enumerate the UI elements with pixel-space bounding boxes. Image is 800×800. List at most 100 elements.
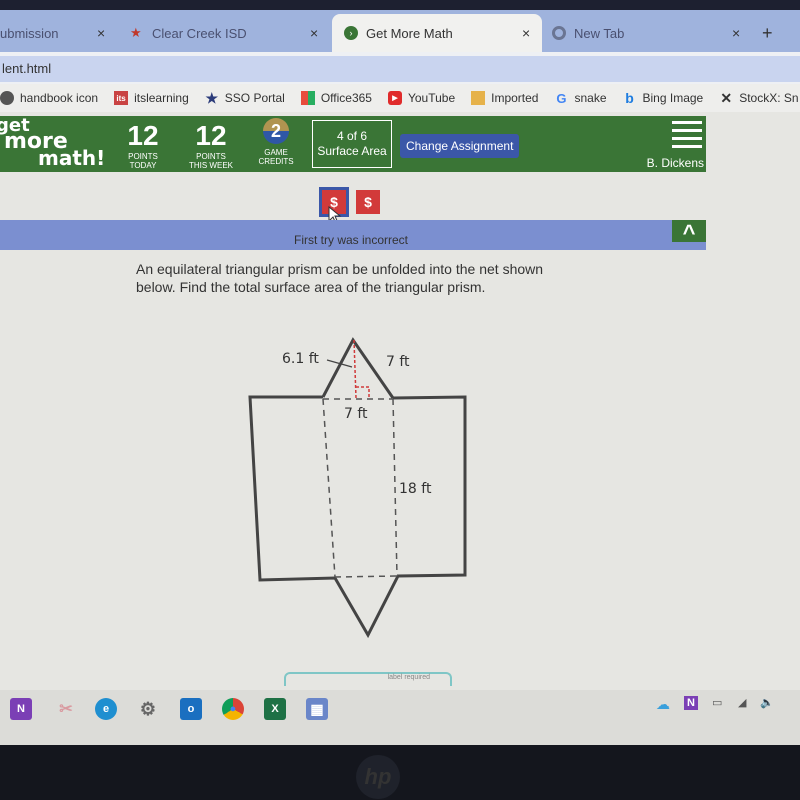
calculator-icon[interactable]: ▦: [306, 698, 328, 720]
folder-icon: [471, 91, 486, 105]
snipping-tool-icon[interactable]: ✂: [55, 698, 77, 720]
bookmark-youtube[interactable]: ▶ YouTube: [387, 91, 456, 105]
chrome-icon: [552, 26, 566, 40]
tab-label: ubmission: [0, 25, 59, 41]
question-text: An equilateral triangular prism can be u…: [136, 261, 544, 295]
app-logo[interactable]: get more math!: [0, 117, 106, 170]
stat-label: GAME: [264, 148, 288, 157]
logo-line: math!: [38, 146, 106, 170]
bookmark-label: handbook icon: [20, 91, 99, 105]
close-icon[interactable]: ×: [97, 25, 105, 41]
coin-button-2[interactable]: $: [356, 190, 380, 214]
bookmark-handbook[interactable]: handbook icon: [0, 91, 98, 105]
star-icon: ★: [205, 89, 219, 106]
feedback-text: First try was incorrect: [294, 233, 409, 247]
address-bar[interactable]: lent.html: [0, 56, 800, 82]
screen: ubmission × ★ Clear Creek ISD × › Get Mo…: [0, 0, 800, 745]
bookmark-snake[interactable]: Gsnake: [554, 90, 607, 106]
side-label: 7 ft: [386, 354, 410, 370]
prism-net-figure: 6.1 ft 7 ft 7 ft 18 ft: [248, 337, 467, 639]
bookmarks-bar: handbook icon its itslearning ★ SSO Portal…: [0, 84, 800, 112]
assignment-progress: 4 of 6 Surface Area: [312, 120, 392, 168]
tab-submission[interactable]: ubmission ×: [0, 14, 115, 52]
onedrive-icon[interactable]: ☁: [656, 696, 670, 713]
points-today-value: 12: [127, 120, 159, 151]
bookmark-itslearning[interactable]: its itslearning: [114, 91, 189, 105]
onenote-icon[interactable]: N: [10, 698, 32, 720]
menu-icon[interactable]: [672, 116, 702, 152]
bookmark-label: Bing Image: [642, 91, 704, 105]
tab-label: Get More Math: [366, 25, 453, 41]
edge-icon[interactable]: e: [95, 698, 117, 720]
bookmark-label: itslearning: [134, 91, 189, 105]
bookmark-label: YouTube: [407, 91, 456, 105]
label-tab[interactable]: label required: [284, 672, 452, 686]
slant-height-label: 6.1 ft: [282, 351, 319, 367]
bookmark-label: Office365: [320, 91, 372, 105]
bookmark-office365[interactable]: Office365: [300, 91, 372, 105]
bookmark-label: Imported: [491, 91, 539, 105]
close-icon[interactable]: ×: [522, 25, 530, 41]
onenote-tray-icon[interactable]: N: [684, 696, 698, 710]
points-week-value: 12: [195, 120, 227, 151]
right-angle-icon: [356, 386, 370, 398]
settings-icon[interactable]: ⚙: [137, 698, 159, 720]
google-icon: G: [556, 90, 567, 106]
collapse-button[interactable]: ^: [672, 220, 706, 245]
game-credits-value: 2: [263, 118, 289, 144]
gmm-icon: ›: [344, 26, 358, 40]
bookmark-imported[interactable]: Imported: [471, 91, 538, 105]
close-icon[interactable]: ×: [310, 25, 318, 41]
user-name: B. Dickens: [646, 156, 704, 170]
net-border: [248, 395, 467, 639]
fold-line: [322, 398, 336, 578]
bookmark-label: snake: [574, 91, 607, 105]
tab-get-more-math[interactable]: › Get More Math ×: [332, 14, 542, 52]
taskbar: N ✂ e ⚙ o ● X ▦ ☁ N ▭ ◢ 🔈: [0, 690, 800, 745]
fold-lines: [322, 398, 398, 578]
tab-bar: ubmission × ★ Clear Creek ISD × › Get Mo…: [0, 10, 800, 52]
address-bar-container: lent.html: [0, 52, 800, 84]
stat-label: CREDITS: [258, 157, 294, 166]
base-label: 7 ft: [344, 406, 368, 422]
net-outline: [248, 337, 467, 639]
tab-clear-creek-isd[interactable]: ★ Clear Creek ISD ×: [130, 14, 330, 52]
star-icon: ★: [130, 25, 142, 40]
height-line: [353, 339, 357, 399]
stat-label: POINTS: [196, 152, 226, 161]
hp-logo: hp: [356, 755, 400, 799]
tab-label: Clear Creek ISD: [152, 25, 247, 41]
tab-new-tab[interactable]: New Tab ×: [552, 14, 752, 52]
bing-icon: b: [625, 90, 634, 106]
bookmark-bing-image[interactable]: b Bing Image: [623, 90, 704, 106]
fold-line: [392, 398, 398, 577]
volume-icon[interactable]: 🔈: [760, 696, 774, 709]
bookmark-sso-portal[interactable]: ★ SSO Portal: [205, 89, 285, 106]
close-icon[interactable]: ×: [732, 25, 740, 41]
height-marker: [353, 339, 370, 399]
game-credits[interactable]: 2 GAME CREDITS: [255, 116, 297, 166]
new-tab-button[interactable]: +: [762, 14, 792, 52]
wifi-icon[interactable]: ◢: [738, 696, 746, 709]
stat-label: POINTS: [128, 152, 158, 161]
excel-icon[interactable]: X: [264, 698, 286, 720]
chrome-icon[interactable]: ●: [222, 698, 244, 720]
points-this-week: 12 POINTS THIS WEEK: [186, 120, 236, 170]
tab-label: New Tab: [574, 25, 625, 41]
battery-icon[interactable]: ▭: [712, 696, 722, 709]
app-header: get more math! 12 POINTS TODAY 12 POINTS…: [0, 116, 706, 172]
outlook-icon[interactable]: o: [180, 698, 202, 720]
feedback-bar: First try was incorrect ^: [0, 220, 706, 250]
change-assignment-button[interactable]: Change Assignment: [400, 134, 520, 158]
stat-label: THIS WEEK: [188, 161, 233, 170]
fold-line: [334, 575, 398, 578]
top-triangle: [321, 337, 395, 399]
bookmark-stockx[interactable]: ✕ StockX: Sn: [719, 89, 798, 106]
chevron-up-icon: ^: [682, 220, 696, 245]
assignment-topic: Surface Area: [317, 144, 387, 158]
globe-icon: [0, 91, 14, 105]
stockx-icon: ✕: [720, 89, 733, 106]
office-icon: [300, 91, 315, 105]
stat-label: TODAY: [129, 161, 157, 170]
assignment-count: 4 of 6: [336, 129, 368, 143]
